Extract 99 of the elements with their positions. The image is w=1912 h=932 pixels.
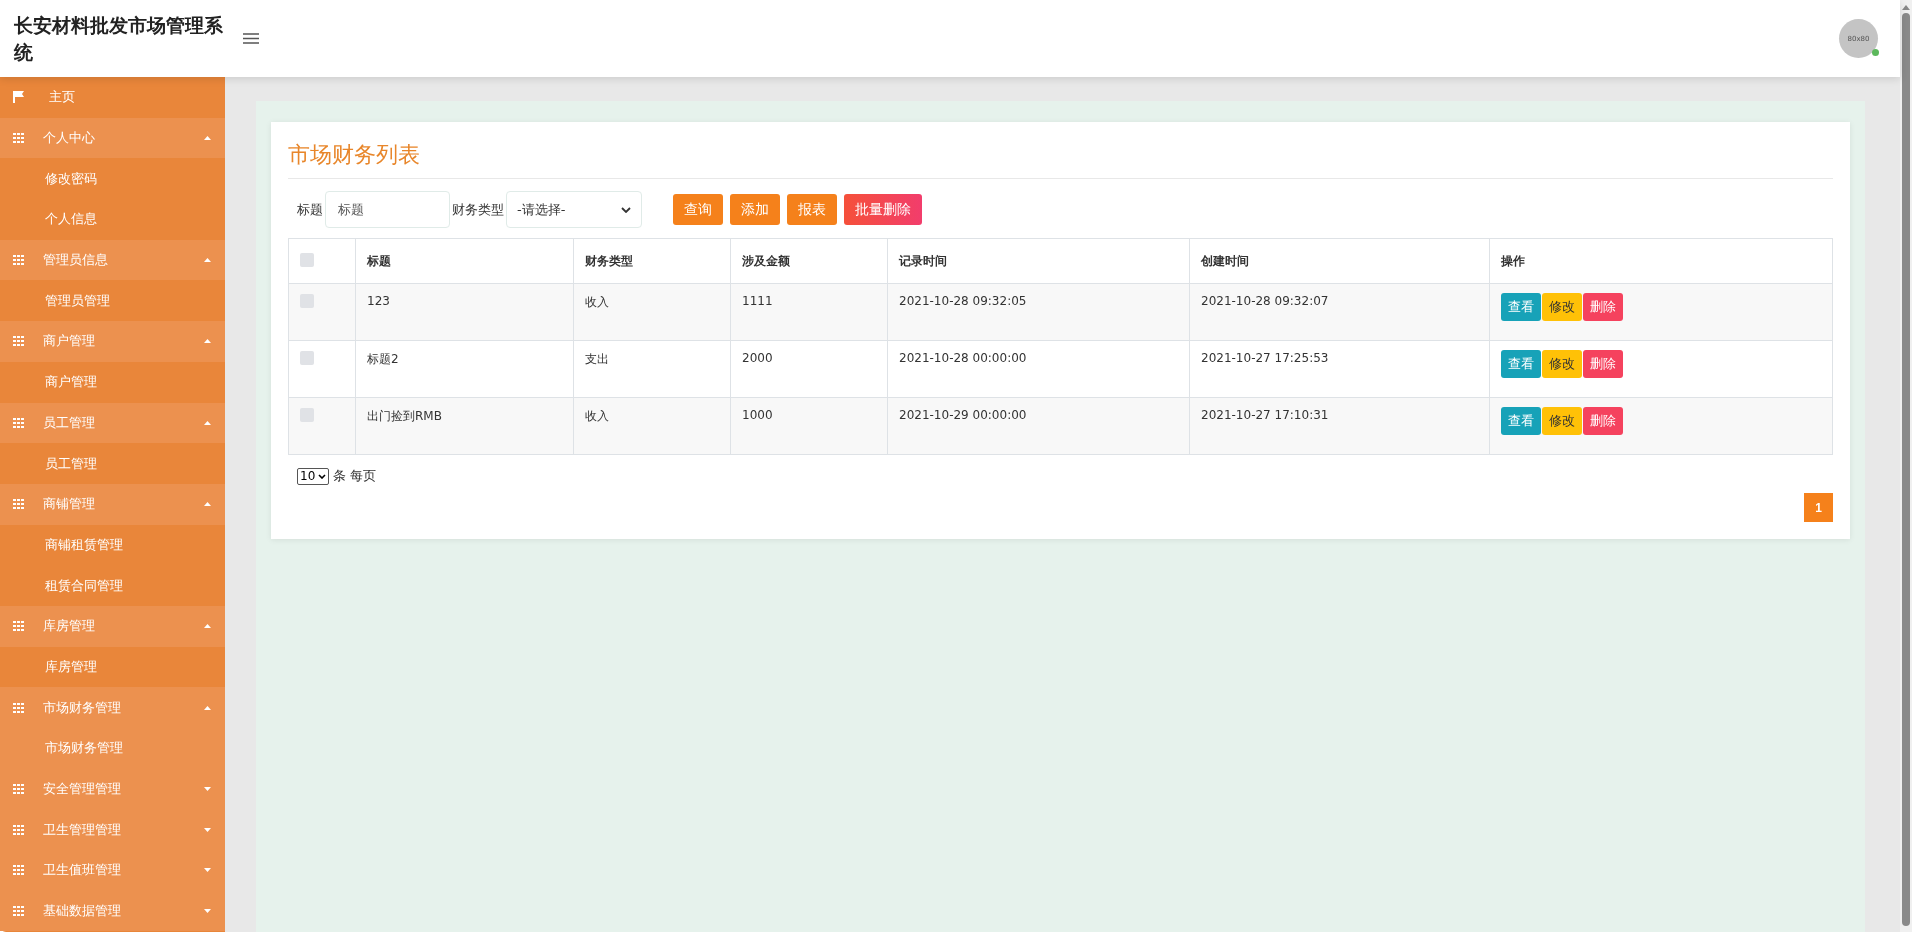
caret-down-icon bbox=[204, 909, 211, 914]
page-button[interactable]: 1 bbox=[1804, 493, 1833, 522]
sidebar-group-label: 管理员信息 bbox=[43, 251, 109, 270]
column-header: 标题 bbox=[355, 238, 574, 284]
list-icon bbox=[13, 499, 25, 510]
list-icon bbox=[13, 133, 25, 144]
sidebar-group-label: 商铺管理 bbox=[43, 495, 96, 514]
card-title: 市场财务列表 bbox=[288, 134, 1833, 179]
flag-icon bbox=[13, 91, 24, 104]
caret-up-icon bbox=[204, 705, 211, 710]
view-button[interactable]: 查看 bbox=[1501, 293, 1541, 321]
sidebar-group[interactable]: 卫生管理管理 bbox=[0, 809, 225, 851]
caret-up-icon bbox=[204, 258, 211, 263]
type-select[interactable]: -请选择- bbox=[506, 191, 642, 228]
delete-button[interactable]: 删除 bbox=[1583, 407, 1623, 435]
sidebar-group-label: 商户管理 bbox=[43, 332, 96, 351]
toolbar-button[interactable]: 查询 bbox=[673, 194, 723, 225]
list-icon bbox=[13, 336, 25, 347]
sidebar-group[interactable]: 个人中心 bbox=[0, 117, 225, 159]
menu-icon[interactable] bbox=[243, 33, 259, 44]
sidebar-group[interactable]: 市场财务管理 bbox=[0, 687, 225, 728]
table-cell: 2021-10-28 00:00:00 bbox=[887, 340, 1190, 398]
sidebar-group[interactable]: 库房管理 bbox=[0, 605, 225, 647]
list-icon bbox=[13, 824, 25, 835]
table-cell: 2021-10-27 17:25:53 bbox=[1189, 340, 1490, 398]
edit-button[interactable]: 修改 bbox=[1542, 293, 1582, 321]
sidebar-group-label: 市场财务管理 bbox=[43, 698, 122, 717]
sidebar-group[interactable]: 商户管理 bbox=[0, 321, 225, 362]
sidebar-group-label: 安全管理管理 bbox=[43, 780, 122, 799]
table-cell: 收入 bbox=[573, 397, 731, 455]
table-cell: 2021-10-29 00:00:00 bbox=[887, 397, 1190, 455]
list-icon bbox=[13, 255, 25, 266]
table-cell: 123 bbox=[355, 283, 574, 341]
sidebar-item[interactable]: 市场财务管理 bbox=[0, 728, 225, 769]
table-cell: 2021-10-28 09:32:07 bbox=[1189, 283, 1490, 341]
caret-down-icon bbox=[204, 827, 211, 832]
column-header: 记录时间 bbox=[887, 238, 1190, 284]
table-cell: 收入 bbox=[573, 283, 731, 341]
list-icon bbox=[13, 417, 25, 428]
app-title: 长安材料批发市场管理系统 bbox=[13, 12, 224, 65]
sidebar-group-label: 基础数据管理 bbox=[43, 902, 122, 921]
table-cell: 支出 bbox=[573, 340, 731, 398]
scrollbar[interactable] bbox=[1900, 0, 1912, 932]
sidebar-group[interactable]: 员工管理 bbox=[0, 402, 225, 444]
sidebar-group[interactable]: 卫生值班管理 bbox=[0, 850, 225, 891]
sidebar-group-label: 卫生管理管理 bbox=[43, 820, 122, 839]
filter-label: 标题 bbox=[297, 200, 323, 219]
row-checkbox[interactable] bbox=[300, 351, 314, 365]
page-size-select[interactable]: 10 bbox=[297, 467, 330, 485]
caret-up-icon bbox=[204, 624, 211, 629]
caret-up-icon bbox=[204, 136, 211, 141]
sidebar-group[interactable]: 管理员信息 bbox=[0, 239, 225, 281]
filter-label: 财务类型 bbox=[452, 200, 504, 219]
table-cell: 出门捡到RMB bbox=[355, 397, 574, 455]
sidebar-group[interactable]: 商铺管理 bbox=[0, 483, 225, 525]
sidebar-group-label: 员工管理 bbox=[43, 413, 96, 432]
sidebar-item-label: 主页 bbox=[49, 88, 76, 107]
caret-down-icon bbox=[204, 787, 211, 792]
delete-button[interactable]: 删除 bbox=[1583, 293, 1623, 321]
edit-button[interactable]: 修改 bbox=[1542, 407, 1582, 435]
sidebar-group-label: 个人中心 bbox=[43, 129, 96, 148]
list-icon bbox=[13, 784, 25, 795]
edit-button[interactable]: 修改 bbox=[1542, 350, 1582, 378]
scroll-up-icon[interactable] bbox=[1902, 5, 1910, 10]
table-cell: 2021-10-27 17:10:31 bbox=[1189, 397, 1490, 455]
view-button[interactable]: 查看 bbox=[1501, 407, 1541, 435]
title-input-field[interactable]: 标题 bbox=[325, 191, 450, 228]
column-header: 操作 bbox=[1489, 238, 1833, 284]
caret-up-icon bbox=[204, 502, 211, 507]
sidebar-group-label: 卫生值班管理 bbox=[43, 861, 122, 880]
table-cell: 标题2 bbox=[355, 340, 574, 398]
list-icon bbox=[13, 621, 25, 632]
table-cell: 2021-10-28 09:32:05 bbox=[887, 283, 1190, 341]
table-cell: 1000 bbox=[730, 397, 888, 455]
caret-down-icon bbox=[204, 868, 211, 873]
toolbar-button[interactable]: 批量删除 bbox=[844, 194, 922, 225]
delete-button[interactable]: 删除 bbox=[1583, 350, 1623, 378]
caret-up-icon bbox=[204, 420, 211, 425]
caret-up-icon bbox=[204, 339, 211, 344]
sidebar-group[interactable]: 基础数据管理 bbox=[0, 890, 225, 932]
list-icon bbox=[13, 906, 25, 917]
page-size-label: 条 每页 bbox=[333, 467, 377, 485]
chevron-down-icon bbox=[621, 206, 631, 213]
table-cell: 2000 bbox=[730, 340, 888, 398]
row-checkbox[interactable] bbox=[300, 294, 314, 308]
toolbar-button[interactable]: 添加 bbox=[730, 194, 780, 225]
list-icon bbox=[13, 702, 25, 713]
chevron-down-icon bbox=[318, 473, 327, 479]
select-all-checkbox[interactable] bbox=[300, 252, 314, 267]
list-icon bbox=[13, 865, 25, 876]
toolbar-button[interactable]: 报表 bbox=[787, 194, 837, 225]
table-cell: 1111 bbox=[730, 283, 888, 341]
column-header: 创建时间 bbox=[1189, 238, 1490, 284]
column-header: 涉及金额 bbox=[730, 238, 888, 284]
row-checkbox[interactable] bbox=[300, 408, 314, 422]
sidebar-group-label: 库房管理 bbox=[43, 617, 96, 636]
column-header: 财务类型 bbox=[573, 238, 731, 284]
view-button[interactable]: 查看 bbox=[1501, 350, 1541, 378]
sidebar-group[interactable]: 安全管理管理 bbox=[0, 768, 225, 810]
